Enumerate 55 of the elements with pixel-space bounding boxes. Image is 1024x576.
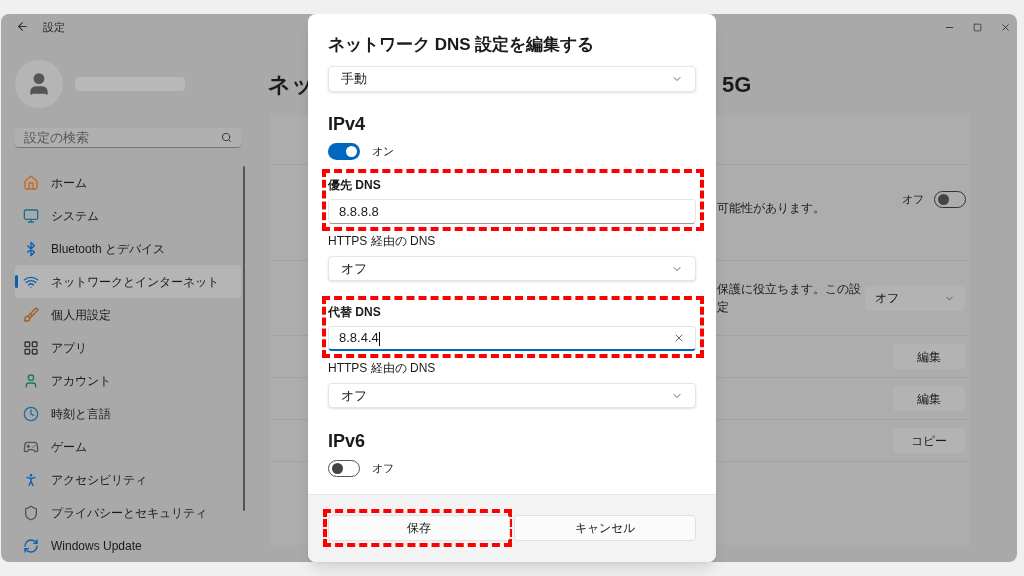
field-label: 優先 DNS — [328, 177, 382, 193]
brush-icon — [23, 306, 39, 323]
accessibility-icon — [23, 471, 39, 488]
description-text: 保護に役立ちます。この設定 — [717, 281, 862, 316]
window-title: 設定 — [43, 19, 65, 35]
section-heading: IPv4 — [328, 113, 367, 135]
clock-icon — [23, 405, 39, 422]
description-text: 可能性があります。 — [717, 200, 825, 217]
dialog-button[interactable]: 保存 — [328, 515, 510, 541]
sidebar-item[interactable]: 個人用設定 — [15, 298, 241, 331]
toggle-switch[interactable] — [328, 142, 360, 160]
toggle-switch[interactable] — [328, 459, 360, 477]
sidebar-item[interactable]: システム — [15, 199, 241, 232]
close-icon[interactable] — [1000, 22, 1011, 33]
apps-grid-icon — [23, 339, 39, 356]
maximize-icon[interactable] — [973, 23, 982, 32]
search-icon — [221, 131, 232, 143]
field-label: 代替 DNS — [328, 304, 382, 320]
toggle-label: オフ — [902, 192, 924, 208]
sidebar-item[interactable]: Bluetooth とデバイス — [15, 232, 241, 265]
clear-icon[interactable] — [673, 332, 685, 344]
action-button[interactable]: 編集 — [893, 386, 965, 411]
sidebar-item[interactable]: プライバシーとセキュリティ — [15, 496, 241, 529]
sidebar-item[interactable]: アカウント — [15, 364, 241, 397]
update-icon — [23, 537, 39, 554]
dropdown[interactable]: オフ — [328, 383, 696, 408]
action-button[interactable]: 編集 — [893, 344, 965, 369]
input-field[interactable]: 8.8.4.4 — [328, 326, 696, 351]
section-heading: IPv6 — [328, 430, 367, 452]
dropdown[interactable]: オフ — [864, 285, 965, 311]
avatar-icon — [15, 59, 63, 108]
dropdown[interactable]: 手動 — [328, 66, 696, 92]
toggle-label: オン — [372, 143, 394, 159]
back-arrow-icon[interactable] — [16, 20, 29, 34]
sidebar-item[interactable]: アクセシビリティ — [15, 463, 241, 496]
shield-icon — [23, 504, 39, 521]
dropdown[interactable]: オフ — [328, 256, 696, 281]
input-field[interactable]: 8.8.8.8 — [328, 199, 696, 224]
field-label: HTTPS 経由の DNS — [328, 360, 437, 376]
sidebar-item[interactable]: Windows Update — [15, 529, 241, 562]
toggle-label: オフ — [372, 460, 394, 476]
home-icon — [23, 174, 39, 191]
search-field[interactable]: 設定の検索 — [15, 127, 241, 148]
person-icon — [23, 372, 39, 389]
sidebar-item[interactable]: ゲーム — [15, 430, 241, 463]
sidebar-item[interactable]: ホーム — [15, 166, 241, 199]
sidebar-item[interactable]: アプリ — [15, 331, 241, 364]
monitor-icon — [23, 207, 39, 224]
action-button[interactable]: コピー — [893, 428, 965, 453]
sidebar-item[interactable]: 時刻と言語 — [15, 397, 241, 430]
page-title: 5G — [722, 71, 752, 99]
dialog-button[interactable]: キャンセル — [514, 515, 696, 541]
field-label: HTTPS 経由の DNS — [328, 233, 437, 249]
dialog-title: ネットワーク DNS 設定を編集する — [328, 34, 596, 56]
sidebar-item[interactable]: ネットワークとインターネット — [15, 265, 241, 298]
